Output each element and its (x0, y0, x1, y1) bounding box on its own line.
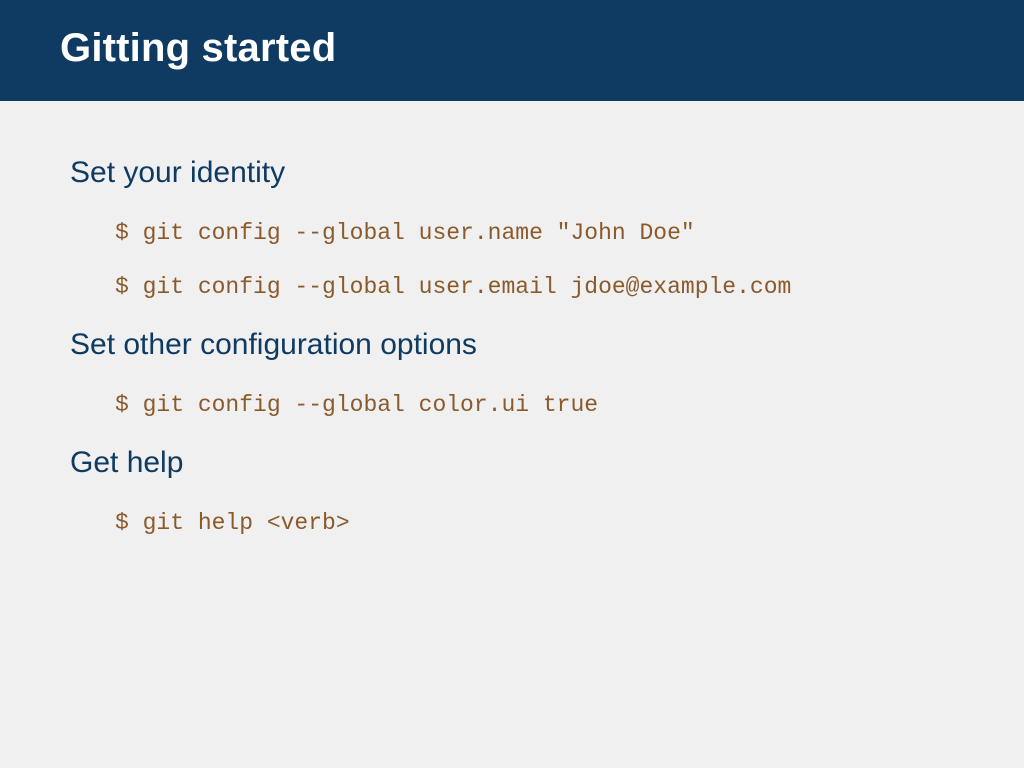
slide-content: Set your identity $ git config --global … (0, 101, 1024, 604)
section-config: Set other configuration options $ git co… (70, 328, 954, 418)
section-heading: Set your identity (70, 156, 954, 190)
slide-header: Gitting started (0, 0, 1024, 101)
code-line: $ git config --global user.name "John Do… (115, 220, 954, 246)
slide-title: Gitting started (60, 26, 964, 71)
section-identity: Set your identity $ git config --global … (70, 156, 954, 300)
section-heading: Set other configuration options (70, 328, 954, 362)
code-line: $ git config --global color.ui true (115, 392, 954, 418)
code-line: $ git config --global user.email jdoe@ex… (115, 274, 954, 300)
section-help: Get help $ git help <verb> (70, 446, 954, 536)
section-heading: Get help (70, 446, 954, 480)
code-line: $ git help <verb> (115, 510, 954, 536)
